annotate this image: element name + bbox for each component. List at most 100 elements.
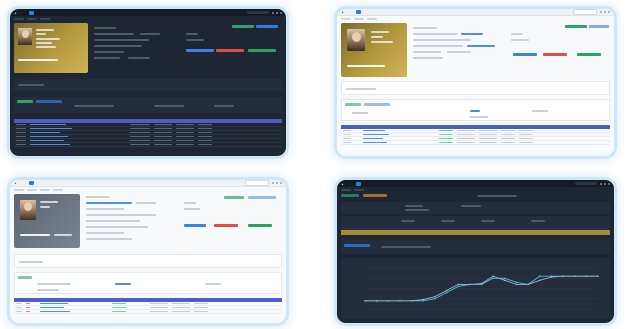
data-table [341, 125, 610, 145]
app-logo: ▲ [341, 181, 344, 186]
section-panel [341, 81, 610, 95]
chart-point [527, 283, 529, 286]
screen-light-profile: ▲ [337, 9, 614, 156]
status-badge [248, 196, 276, 199]
tab-pill[interactable] [363, 194, 387, 197]
section-panel [14, 254, 282, 268]
action-panel [341, 238, 610, 254]
bell-icon[interactable] [600, 11, 602, 13]
toolbar-icons [600, 11, 610, 13]
chart-point [434, 295, 436, 298]
bell-icon[interactable] [272, 182, 274, 184]
avatar[interactable] [608, 11, 610, 13]
nav-item[interactable] [378, 10, 382, 14]
nav-item[interactable] [44, 11, 48, 15]
nav-item[interactable] [44, 181, 48, 185]
tab-pill[interactable] [341, 194, 359, 197]
info-panel [341, 202, 610, 214]
breadcrumb [14, 18, 50, 21]
nav-item[interactable] [51, 181, 55, 185]
top-nav-bar: ▲ [337, 180, 614, 187]
breadcrumb [341, 18, 377, 21]
chart-point [457, 285, 459, 288]
search-input[interactable] [247, 10, 269, 15]
stat-value [248, 224, 272, 227]
chart-point [515, 283, 518, 286]
gear-icon[interactable] [276, 182, 278, 184]
nav-item[interactable] [385, 10, 389, 14]
chart-point [445, 289, 448, 292]
nav-item-active[interactable] [356, 181, 362, 186]
chart-point [504, 277, 506, 280]
profile-photo [20, 200, 36, 220]
toolbar-icons [272, 182, 282, 184]
nav-item[interactable] [371, 182, 375, 186]
nav-item[interactable] [58, 181, 62, 185]
top-nav-bar: ▲ [10, 9, 286, 16]
summary-panel [341, 216, 610, 230]
chart-point [480, 282, 483, 285]
bell-icon[interactable] [600, 182, 602, 185]
nav-item[interactable] [398, 182, 402, 186]
avatar[interactable] [280, 182, 282, 184]
nav-item[interactable] [64, 181, 68, 185]
nav-item[interactable] [71, 11, 75, 15]
status-badge [256, 25, 278, 28]
table-row[interactable] [341, 141, 610, 145]
chart-point [410, 300, 413, 302]
chart-point [387, 300, 390, 302]
nav-item[interactable] [37, 181, 41, 185]
stat-value [577, 53, 601, 56]
gear-icon[interactable] [276, 11, 278, 14]
chart-point [422, 298, 425, 301]
status-badge [589, 25, 609, 28]
chart-point [399, 300, 401, 302]
nav-item[interactable] [58, 11, 62, 15]
nav-item[interactable] [378, 182, 382, 186]
nav-item[interactable] [391, 182, 395, 186]
gear-icon[interactable] [604, 11, 606, 13]
stat-value [216, 49, 244, 52]
nav-item[interactable] [51, 11, 55, 15]
nav-item-active[interactable] [29, 181, 35, 185]
nav-item-active[interactable] [356, 10, 362, 14]
nav-item[interactable] [64, 11, 68, 15]
chart-point [562, 275, 564, 277]
table-row[interactable] [14, 310, 282, 314]
profile-card [14, 23, 88, 73]
nav-item[interactable] [364, 10, 368, 14]
browser-tab-bar: ▲ [10, 180, 286, 187]
chart-point [375, 300, 378, 302]
bell-icon[interactable] [272, 11, 274, 14]
table-row[interactable] [14, 143, 282, 147]
highlight-row [341, 230, 610, 235]
gear-icon[interactable] [604, 182, 606, 185]
nav-item[interactable] [371, 10, 375, 14]
chart-point [364, 300, 366, 302]
toolbar-icons [600, 182, 610, 185]
chart-point [469, 283, 471, 286]
chart-point [434, 297, 436, 300]
search-input[interactable] [573, 9, 597, 15]
chart-point [550, 276, 553, 278]
nav-item[interactable] [364, 182, 368, 186]
chart-point [573, 275, 576, 277]
search-input[interactable] [575, 181, 597, 186]
search-input[interactable] [245, 180, 269, 186]
screen-dark-profile: ▲ [10, 9, 286, 156]
filter-panel [14, 97, 282, 113]
avatar[interactable] [280, 11, 282, 14]
nav-item-active[interactable] [29, 10, 35, 15]
profile-card [14, 194, 80, 248]
nav-item[interactable] [391, 10, 395, 14]
breadcrumb [341, 189, 364, 192]
toolbar-icons [272, 11, 282, 14]
app-logo: ▲ [14, 181, 17, 185]
stat-value [543, 53, 567, 56]
nav-item[interactable] [398, 10, 402, 14]
filter-panel [14, 272, 282, 294]
profile-photo [18, 28, 32, 45]
avatar[interactable] [608, 182, 610, 185]
nav-item[interactable] [37, 11, 41, 15]
nav-item[interactable] [385, 182, 389, 186]
